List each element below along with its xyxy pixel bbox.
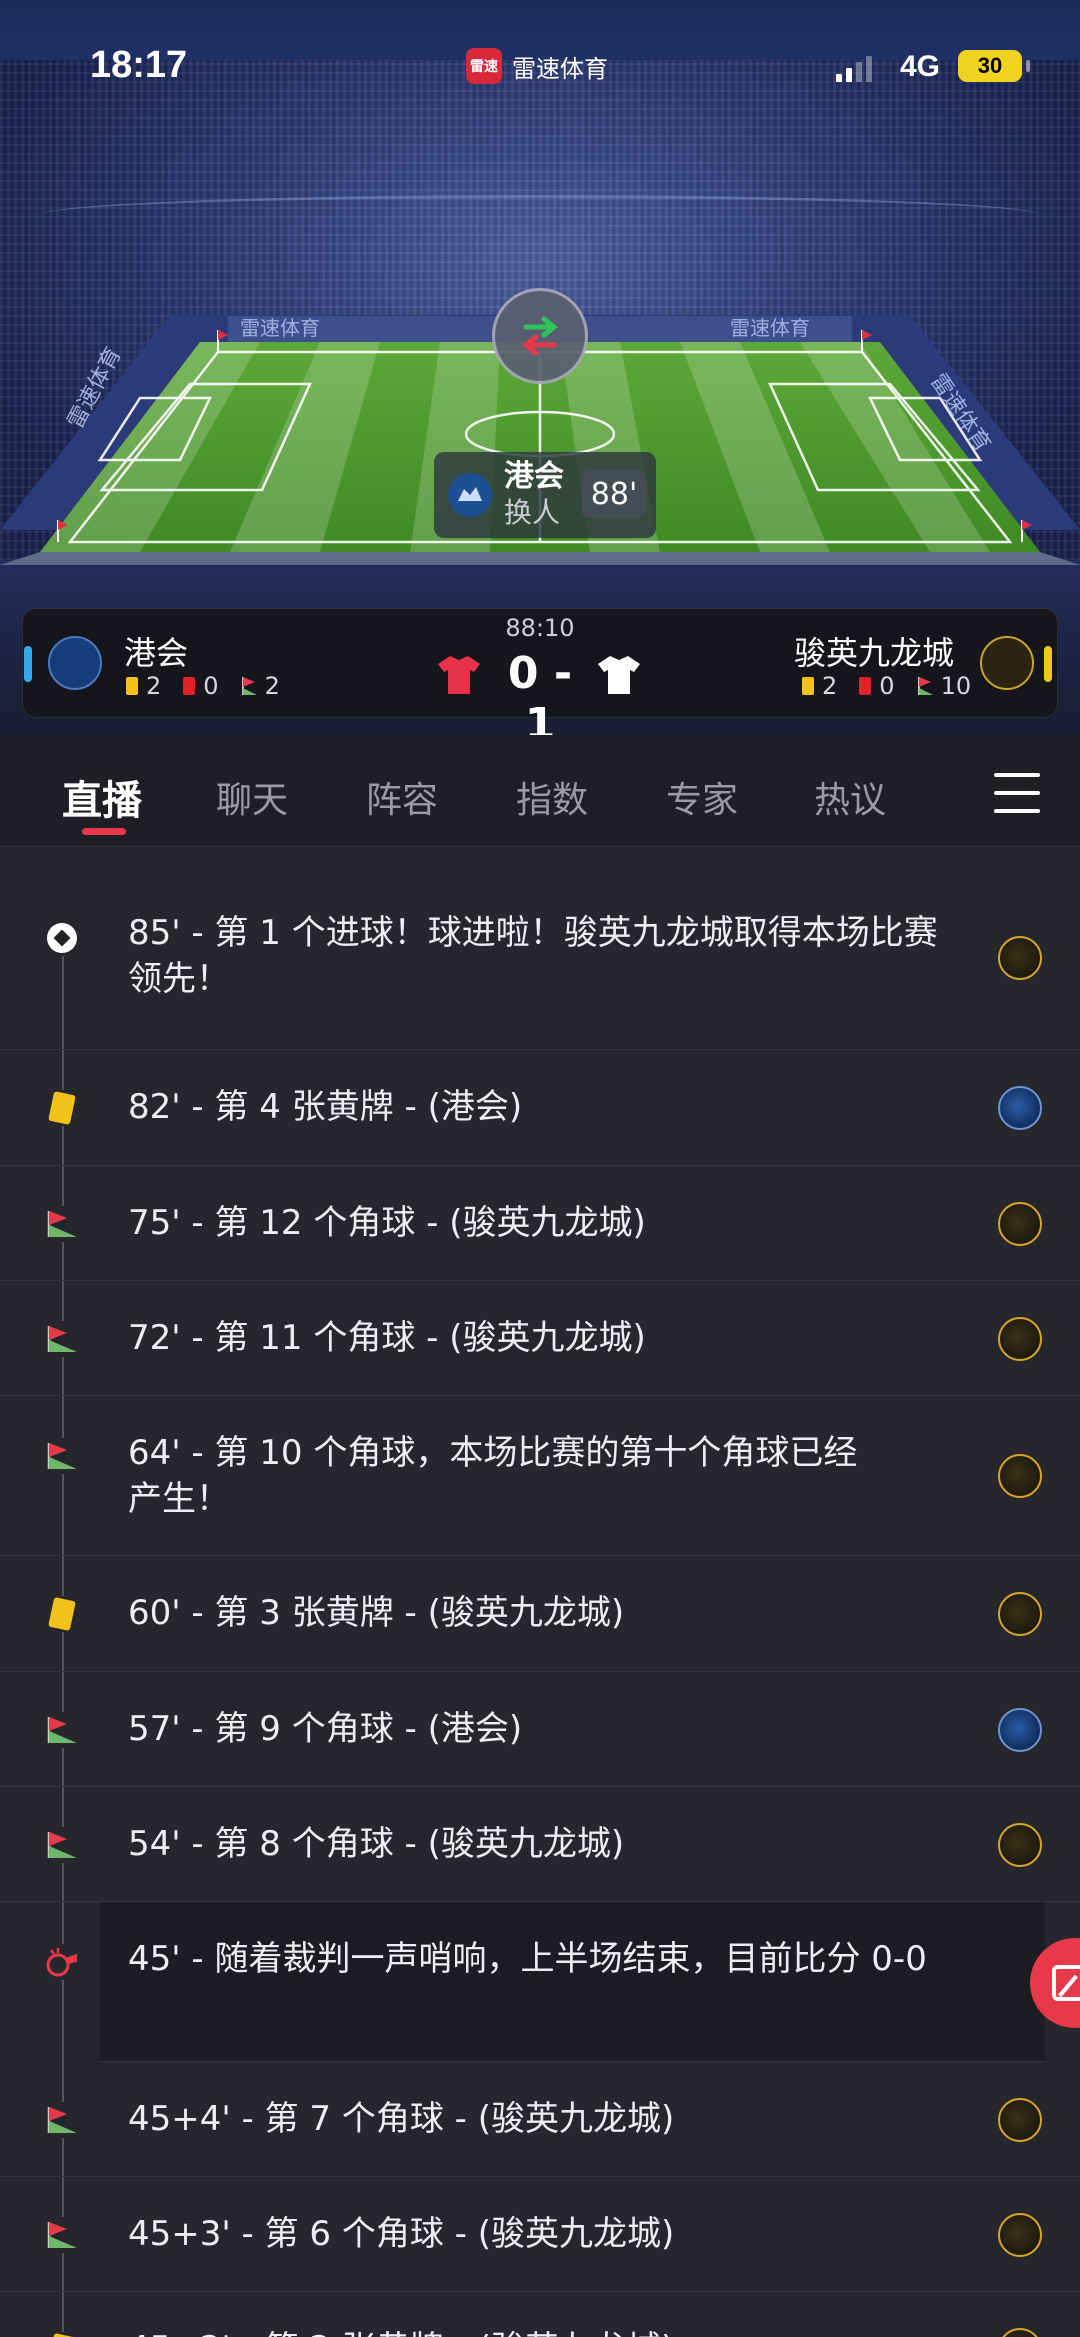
event-text: 85' - 第 1 个进球！球进啦！骏英九龙城取得本场比赛领先！ xyxy=(128,913,938,999)
home-jersey-icon xyxy=(438,656,480,694)
home-red-count: 0 xyxy=(203,672,219,700)
event-text: 54' - 第 8 个角球 - (骏英九龙城) xyxy=(128,1824,625,1864)
active-tab-indicator xyxy=(82,828,126,835)
tab-odds[interactable]: 指数 xyxy=(516,771,588,823)
event-text: 45+2' - 第 2 张黄牌 - (骏英九龙城) xyxy=(128,2326,958,2337)
tab-lineup[interactable]: 阵容 xyxy=(366,771,438,823)
event-row[interactable]: 45+3' - 第 6 个角球 - (骏英九龙城) xyxy=(0,2177,1080,2292)
away-team-crest-icon xyxy=(998,2328,1042,2337)
edit-icon xyxy=(1052,1965,1080,2001)
corner-flag-icon xyxy=(44,1438,80,1474)
home-color-bar xyxy=(24,646,32,682)
ad-board-right: 雷速体育 xyxy=(730,316,810,340)
tab-live[interactable]: 直播 xyxy=(62,768,142,826)
away-team-crest-icon xyxy=(998,1317,1042,1361)
corner-flag-icon xyxy=(44,2217,80,2253)
event-text: 75' - 第 12 个角球 - (骏英九龙城) xyxy=(128,1203,646,1243)
live-event-popup: 港会 换人 88' xyxy=(434,452,656,538)
event-row-highlighted[interactable]: 45' - 随着裁判一声哨响，上半场结束，目前比分 0-0 xyxy=(44,1902,1045,2062)
corner-flag-icon xyxy=(44,1206,80,1242)
popup-team: 港会 xyxy=(504,459,564,494)
home-team-name[interactable]: 港会 xyxy=(124,628,188,674)
red-card-icon xyxy=(183,677,196,695)
away-team-crest-icon xyxy=(998,2213,1042,2257)
signal-icon xyxy=(836,52,872,82)
event-text: 57' - 第 9 个角球 - (港会) xyxy=(128,1709,523,1749)
away-corner-count: 10 xyxy=(940,672,972,700)
ad-board-left: 雷速体育 xyxy=(240,316,320,340)
event-row[interactable]: 82' - 第 4 张黄牌 - (港会) xyxy=(0,1050,1080,1166)
away-team-crest-icon xyxy=(998,1823,1042,1867)
event-row[interactable]: 54' - 第 8 个角球 - (骏英九龙城) xyxy=(0,1787,1080,1902)
corner-flag-icon xyxy=(44,1712,80,1748)
home-team-crest-icon xyxy=(448,473,492,517)
away-team-stats: 2 0 10 xyxy=(802,672,971,700)
yellow-card-icon xyxy=(44,1596,80,1632)
event-row[interactable]: 45+2' - 第 2 张黄牌 - (骏英九龙城) xyxy=(0,2292,1080,2337)
away-team-crest-icon xyxy=(998,1592,1042,1636)
corner-flag-icon xyxy=(241,677,257,695)
event-row[interactable]: 64' - 第 10 个角球，本场比赛的第十个角球已经产生！ xyxy=(0,1396,1080,1556)
event-text: 45+3' - 第 6 个角球 - (骏英九龙城) xyxy=(128,2214,675,2254)
tab-chat[interactable]: 聊天 xyxy=(216,771,288,823)
away-team-name[interactable]: 骏英九龙城 xyxy=(794,628,954,674)
event-text: 64' - 第 10 个角球，本场比赛的第十个角球已经产生！ xyxy=(128,1433,858,1519)
event-text: 72' - 第 11 个角球 - (骏英九龙城) xyxy=(128,1318,646,1358)
yellow-card-icon xyxy=(44,2332,80,2337)
stadium-ring xyxy=(40,195,1040,235)
event-row[interactable]: 72' - 第 11 个角球 - (骏英九龙城) xyxy=(0,1281,1080,1396)
away-team-crest-icon xyxy=(998,2098,1042,2142)
match-clock: 88:10 xyxy=(505,614,575,642)
event-row[interactable]: 85' - 第 1 个进球！球进啦！骏英九龙城取得本场比赛领先！ xyxy=(0,848,1080,1050)
home-team-crest-icon[interactable] xyxy=(48,636,102,690)
corner-flag-icon xyxy=(917,677,933,695)
tab-experts[interactable]: 专家 xyxy=(666,771,738,823)
home-team-crest-icon xyxy=(998,1086,1042,1130)
status-bar: 18:17 雷速 雷速体育 4G 30 xyxy=(0,0,1080,130)
corner-flag-icon xyxy=(44,1321,80,1357)
away-yellow-count: 2 xyxy=(822,672,838,700)
away-team-crest-icon[interactable] xyxy=(980,636,1034,690)
event-row[interactable]: 57' - 第 9 个角球 - (港会) xyxy=(0,1672,1080,1787)
menu-icon[interactable] xyxy=(994,773,1040,813)
event-text: 45+4' - 第 7 个角球 - (骏英九龙城) xyxy=(128,2099,675,2139)
battery-icon: 30 xyxy=(958,50,1030,82)
yellow-card-icon xyxy=(44,1090,80,1126)
red-card-icon xyxy=(859,677,872,695)
app-indicator: 雷速 雷速体育 xyxy=(466,48,608,84)
home-team-stats: 2 0 2 xyxy=(126,672,280,700)
away-color-bar xyxy=(1044,646,1052,682)
event-row[interactable]: 60' - 第 3 张黄牌 - (骏英九龙城) xyxy=(0,1556,1080,1672)
tab-discussion[interactable]: 热议 xyxy=(814,771,886,823)
event-row[interactable]: 45+4' - 第 7 个角球 - (骏英九龙城) xyxy=(0,2062,1080,2177)
live-feed: 85' - 第 1 个进球！球进啦！骏英九龙城取得本场比赛领先！ 82' - 第… xyxy=(0,848,1080,2337)
event-text: 82' - 第 4 张黄牌 - (港会) xyxy=(128,1087,523,1127)
home-yellow-count: 2 xyxy=(146,672,162,700)
away-team-crest-icon xyxy=(998,936,1042,980)
network-type: 4G xyxy=(900,50,941,83)
event-text: 60' - 第 3 张黄牌 - (骏英九龙城) xyxy=(128,1593,625,1633)
app-name: 雷速体育 xyxy=(512,54,608,83)
corner-flag-icon xyxy=(44,2102,80,2138)
away-red-count: 0 xyxy=(879,672,895,700)
away-team-crest-icon xyxy=(998,1202,1042,1246)
home-team-crest-icon xyxy=(998,1708,1042,1752)
swap-arrows-icon xyxy=(521,316,559,356)
home-corner-count: 2 xyxy=(264,672,280,700)
away-jersey-icon xyxy=(598,656,640,694)
swap-view-button[interactable] xyxy=(492,288,588,384)
status-time: 18:17 xyxy=(90,44,188,86)
tab-bar: 直播 聊天 阵容 指数 专家 热议 xyxy=(0,735,1080,847)
popup-minute: 88' xyxy=(582,470,646,518)
goal-icon xyxy=(44,920,80,956)
corner-flag-icon xyxy=(44,1827,80,1863)
yellow-card-icon xyxy=(126,677,138,695)
popup-action: 换人 xyxy=(504,496,561,529)
event-row[interactable]: 75' - 第 12 个角球 - (骏英九龙城) xyxy=(0,1166,1080,1281)
app-logo-icon: 雷速 xyxy=(466,48,502,84)
whistle-icon xyxy=(44,1944,80,1980)
yellow-card-icon xyxy=(802,677,814,695)
away-team-crest-icon xyxy=(998,1454,1042,1498)
event-text: 45' - 随着裁判一声哨响，上半场结束，目前比分 0-0 xyxy=(128,1939,927,1979)
